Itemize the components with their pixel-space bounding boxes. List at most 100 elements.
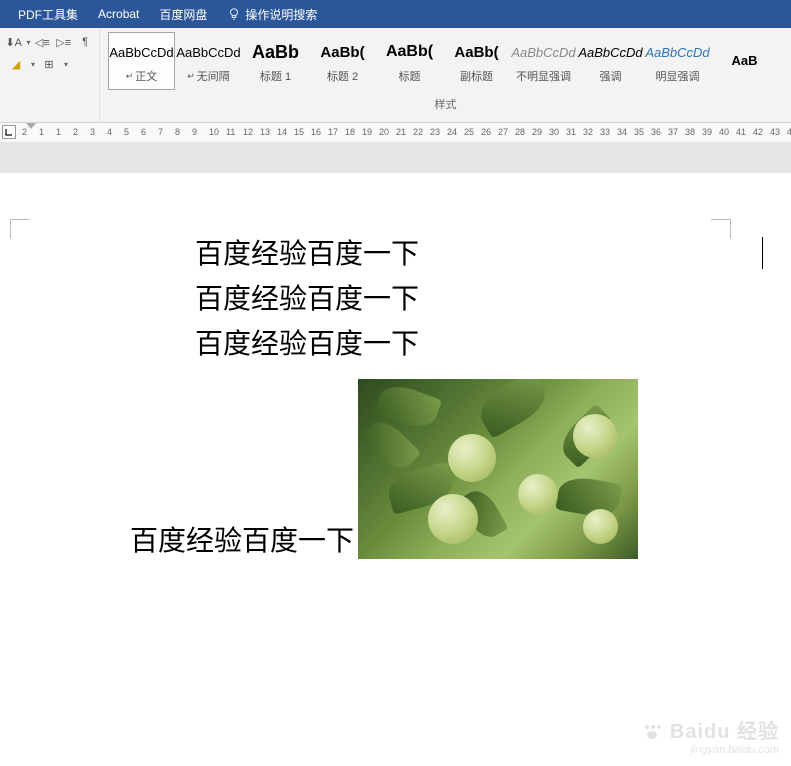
- indent-marker-icon[interactable]: [26, 123, 36, 133]
- menu-acrobat[interactable]: Acrobat: [88, 7, 149, 21]
- style-option[interactable]: AaB: [711, 32, 778, 90]
- watermark-text: Baidu 经验: [670, 721, 779, 743]
- style-label: 副标题: [460, 68, 493, 84]
- borders-icon[interactable]: ⊞: [37, 54, 61, 74]
- menu-baidu-disk[interactable]: 百度网盘: [149, 6, 217, 23]
- style-label: 强调: [600, 68, 622, 84]
- menu-help-search[interactable]: 操作说明搜索: [217, 6, 327, 23]
- style-option[interactable]: AaBbCcDd↵正文: [108, 32, 175, 90]
- ruler-tick: 43: [770, 127, 780, 137]
- ruler-tick: 42: [753, 127, 763, 137]
- style-preview: AaBbCcDd: [511, 38, 575, 66]
- document-area: 百度经验百度一下 百度经验百度一下 百度经验百度一下 百度经验百度一下: [0, 143, 791, 766]
- style-preview: AaBbCcDd: [645, 38, 709, 66]
- paw-icon: [643, 725, 661, 741]
- style-option[interactable]: AaBbCcDd 强调: [577, 32, 644, 90]
- style-preview: AaBb(: [454, 38, 498, 66]
- style-option[interactable]: AaBbCcDd ↵无间隔: [175, 32, 242, 90]
- horizontal-ruler[interactable]: 2112345678910111213141516171819202122232…: [0, 123, 791, 143]
- ruler-tick: 40: [719, 127, 729, 137]
- style-label: 明显强调: [656, 68, 700, 84]
- style-label: 标题 2: [327, 68, 358, 84]
- ruler-tick: 17: [328, 127, 338, 137]
- style-label: 标题: [399, 68, 421, 84]
- text-line[interactable]: 百度经验百度一下: [130, 519, 354, 559]
- dropdown-arrow-icon: ▾: [64, 60, 68, 69]
- ruler-tick: 19: [362, 127, 372, 137]
- ruler-tick: 18: [345, 127, 355, 137]
- paragraph-tools-group: ⬇A ▾ ◁≡ ▷≡ ¶ ◢ ▾ ⊞ ▾: [0, 28, 100, 122]
- ruler-tick: 11: [226, 127, 235, 137]
- menubar: PDF工具集 Acrobat 百度网盘 操作说明搜索: [0, 0, 791, 28]
- document-page[interactable]: 百度经验百度一下 百度经验百度一下 百度经验百度一下 百度经验百度一下: [0, 173, 791, 766]
- style-preview: AaBb(: [386, 38, 433, 66]
- style-label: ↵无间隔: [187, 68, 230, 84]
- ruler-tick: 8: [175, 127, 180, 137]
- text-line[interactable]: 百度经验百度一下: [195, 233, 761, 278]
- ruler-tick: 33: [600, 127, 610, 137]
- watermark: Baidu 经验 jingyan.baidu.com: [643, 715, 779, 756]
- ruler-tick: 37: [668, 127, 678, 137]
- ruler-tick: 10: [209, 127, 219, 137]
- ruler-tick: 30: [549, 127, 559, 137]
- ruler-tick: 15: [294, 127, 304, 137]
- ruler-tick: 44: [787, 127, 791, 137]
- style-preview: AaBbCcDd: [578, 38, 642, 66]
- style-label: 标题 1: [260, 68, 291, 84]
- ribbon: ⬇A ▾ ◁≡ ▷≡ ¶ ◢ ▾ ⊞ ▾ AaBbCcDd↵正文AaBbCcDd…: [0, 28, 791, 123]
- tab-selector[interactable]: [2, 125, 16, 139]
- page-margin-corner: [10, 219, 30, 239]
- ruler-tick: 35: [634, 127, 644, 137]
- help-search-label: 操作说明搜索: [245, 6, 317, 23]
- ruler-tick: 36: [651, 127, 661, 137]
- watermark-url: jingyan.baidu.com: [643, 744, 779, 756]
- ruler-tick: 3: [90, 127, 95, 137]
- ruler-tick: 5: [124, 127, 129, 137]
- ruler-tick: 7: [158, 127, 163, 137]
- indent-decrease-icon[interactable]: ◁≡: [33, 32, 53, 52]
- ruler-tick: 34: [617, 127, 627, 137]
- style-option[interactable]: AaBb( 标题: [376, 32, 443, 90]
- ruler-tick: 1: [39, 127, 44, 137]
- ruler-tick: 32: [583, 127, 593, 137]
- style-preview: AaBb: [252, 38, 299, 66]
- style-option[interactable]: AaBb(标题 2: [309, 32, 376, 90]
- ruler-tick: 4: [107, 127, 112, 137]
- styles-gallery[interactable]: AaBbCcDd↵正文AaBbCcDd↵无间隔AaBb标题 1AaBb(标题 2…: [108, 32, 783, 90]
- ruler-tick: 21: [396, 127, 406, 137]
- shading-icon[interactable]: ◢: [4, 54, 28, 74]
- ruler-tick: 2: [22, 127, 27, 137]
- ruler-tick: 16: [311, 127, 321, 137]
- style-preview: AaB: [731, 46, 757, 74]
- embedded-image[interactable]: [358, 379, 638, 559]
- text-line[interactable]: 百度经验百度一下: [195, 323, 761, 368]
- style-option[interactable]: AaBbCcDd不明显强调: [510, 32, 577, 90]
- menu-pdf-tools[interactable]: PDF工具集: [8, 6, 88, 23]
- inline-image-row: 百度经验百度一下: [130, 379, 761, 559]
- text-line[interactable]: 百度经验百度一下: [195, 278, 761, 323]
- dropdown-arrow-icon: ▾: [27, 38, 31, 47]
- ruler-tick: 38: [685, 127, 695, 137]
- ruler-tick: 2: [73, 127, 78, 137]
- indent-increase-icon[interactable]: ▷≡: [54, 32, 74, 52]
- style-option[interactable]: AaBb( 副标题: [443, 32, 510, 90]
- ruler-tick: 22: [413, 127, 423, 137]
- style-option[interactable]: AaBb 标题 1: [242, 32, 309, 90]
- ruler-tick: 26: [481, 127, 491, 137]
- ruler-tick: 14: [277, 127, 287, 137]
- styles-group: AaBbCcDd↵正文AaBbCcDd↵无间隔AaBb标题 1AaBb(标题 2…: [100, 28, 791, 122]
- ruler-tick: 9: [192, 127, 197, 137]
- style-option[interactable]: AaBbCcDd 明显强调: [644, 32, 711, 90]
- ruler-tick: 39: [702, 127, 712, 137]
- style-preview: AaBbCcDd: [176, 38, 240, 66]
- styles-group-label: 样式: [108, 96, 783, 112]
- ruler-tick: 1: [56, 127, 61, 137]
- document-body[interactable]: 百度经验百度一下 百度经验百度一下 百度经验百度一下: [195, 233, 761, 367]
- lightbulb-icon: [227, 7, 241, 21]
- ruler-tick: 24: [447, 127, 457, 137]
- sort-asc-icon[interactable]: ⬇A: [4, 32, 24, 52]
- dropdown-arrow-icon: ▾: [31, 60, 35, 69]
- ruler-tick: 31: [566, 127, 576, 137]
- paragraph-marks-icon[interactable]: ¶: [76, 32, 96, 52]
- style-preview: AaBbCcDd: [109, 38, 173, 66]
